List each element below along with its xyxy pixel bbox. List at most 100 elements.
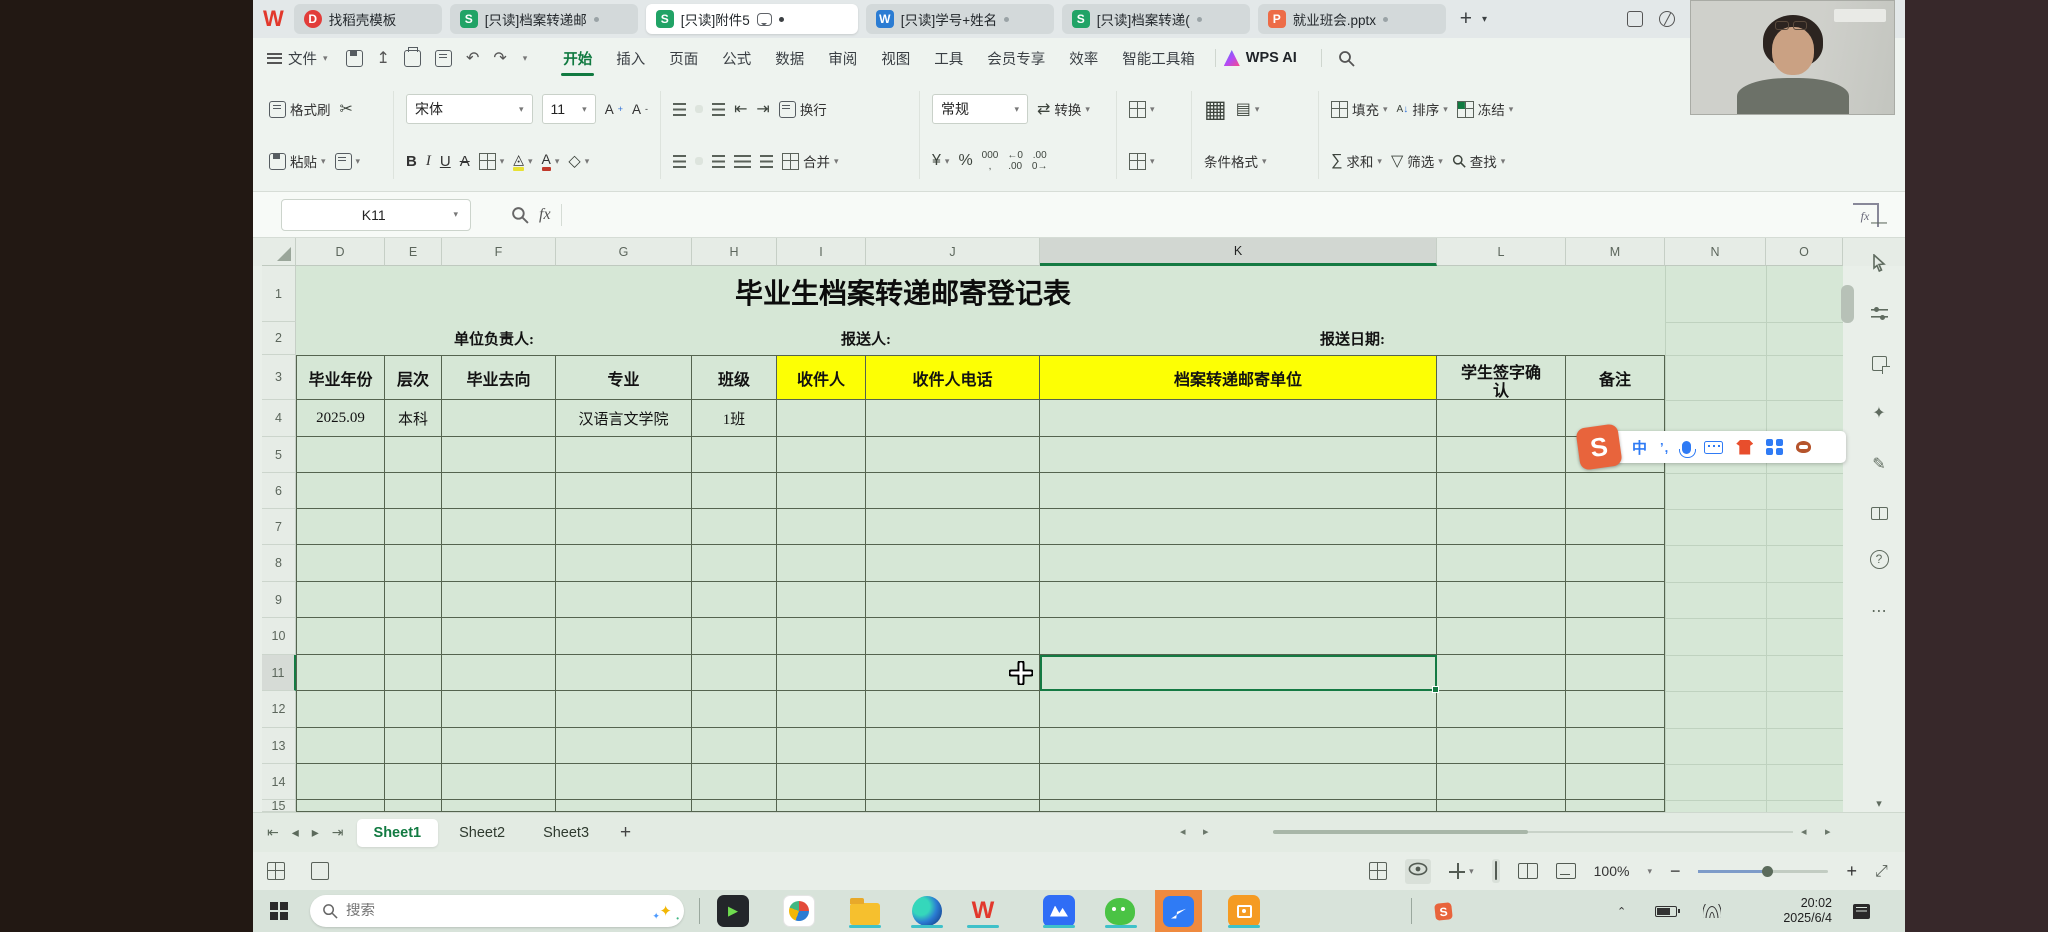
table-cell[interactable] bbox=[777, 764, 866, 800]
percent-icon[interactable]: % bbox=[958, 152, 972, 170]
taskbar-app-suite[interactable] bbox=[781, 894, 817, 928]
document-tab[interactable]: S[只读]档案转递邮 bbox=[450, 4, 638, 34]
name-box-caret-icon[interactable]: ▾ bbox=[453, 209, 458, 220]
table-cell[interactable]: 备注 bbox=[1566, 355, 1665, 400]
table-cell[interactable] bbox=[866, 437, 1040, 473]
align-left-icon[interactable] bbox=[673, 155, 686, 168]
hscroll-left2-icon[interactable]: ◂ bbox=[1801, 825, 1807, 838]
table-cell[interactable] bbox=[385, 800, 442, 812]
wps-home-icon[interactable]: W bbox=[263, 4, 284, 34]
battery-indicator[interactable] bbox=[1655, 890, 1677, 932]
decrease-indent-icon[interactable]: ⇤ bbox=[734, 99, 747, 119]
align-bottom-icon[interactable] bbox=[712, 103, 725, 116]
table-cell[interactable] bbox=[385, 509, 442, 545]
network-indicator[interactable] bbox=[1703, 890, 1721, 932]
table-cell[interactable] bbox=[1040, 473, 1437, 509]
table-cell[interactable] bbox=[385, 728, 442, 764]
table-cell[interactable]: 毕业年份 bbox=[296, 355, 385, 400]
table-cell[interactable] bbox=[1566, 655, 1665, 691]
ime-skin-icon[interactable] bbox=[1736, 440, 1753, 455]
zoom-out-icon[interactable]: − bbox=[1670, 861, 1681, 882]
row2-label-cell[interactable]: 报送人: bbox=[692, 322, 1040, 355]
table-cell[interactable] bbox=[1437, 582, 1566, 618]
table-cell[interactable] bbox=[1566, 800, 1665, 812]
vertical-scrollbar-thumb[interactable] bbox=[1841, 285, 1854, 323]
worksheet-icon[interactable]: ▦ bbox=[1204, 95, 1227, 124]
table-cell[interactable] bbox=[1437, 691, 1566, 728]
table-cell[interactable] bbox=[556, 618, 692, 655]
sum-button[interactable]: ∑求和▾ bbox=[1331, 151, 1382, 171]
table-cell[interactable] bbox=[692, 545, 777, 582]
table-cell[interactable]: 2025.09 bbox=[296, 400, 385, 437]
number-format-select[interactable]: 常规▾ bbox=[932, 94, 1028, 124]
file-menu[interactable]: 文件 bbox=[288, 48, 317, 69]
page-layout-view-icon[interactable] bbox=[1556, 863, 1576, 879]
table-cell[interactable] bbox=[442, 728, 556, 764]
row2-label-cell[interactable]: 单位负责人: bbox=[296, 322, 692, 355]
table-cell[interactable] bbox=[556, 473, 692, 509]
align-center-icon[interactable] bbox=[695, 157, 703, 165]
table-cell[interactable] bbox=[1040, 509, 1437, 545]
export-icon[interactable]: ↥ bbox=[377, 48, 390, 68]
more-tools-icon[interactable]: ⋯ bbox=[1859, 594, 1899, 628]
prev-sheet-icon[interactable]: ◂ bbox=[292, 824, 299, 841]
zoom-slider[interactable] bbox=[1698, 870, 1828, 873]
row-header-1[interactable]: 1 bbox=[262, 266, 296, 322]
table-cell[interactable] bbox=[296, 691, 385, 728]
table-cell[interactable] bbox=[385, 618, 442, 655]
row-header-14[interactable]: 14 bbox=[262, 764, 296, 800]
cells-button[interactable]: ▾ bbox=[1129, 153, 1155, 170]
table-cell[interactable] bbox=[1040, 691, 1437, 728]
table-cell[interactable] bbox=[442, 582, 556, 618]
table-cell[interactable] bbox=[692, 618, 777, 655]
hamburger-icon[interactable] bbox=[267, 53, 282, 64]
quick-access-caret-icon[interactable]: ▾ bbox=[523, 53, 528, 64]
first-sheet-icon[interactable]: ⇤ bbox=[267, 824, 279, 841]
table-cell[interactable] bbox=[556, 582, 692, 618]
table-cell[interactable] bbox=[866, 800, 1040, 812]
column-header-K[interactable]: K bbox=[1040, 238, 1437, 266]
decrease-decimal-icon[interactable]: .000→ bbox=[1032, 150, 1048, 172]
toolbar-minimize-icon[interactable]: — bbox=[1859, 206, 1899, 240]
table-cell[interactable] bbox=[777, 473, 866, 509]
sogou-logo-icon[interactable]: S bbox=[1575, 423, 1622, 470]
column-header-L[interactable]: L bbox=[1437, 238, 1566, 266]
table-cell[interactable] bbox=[556, 545, 692, 582]
table-cell[interactable] bbox=[1437, 728, 1566, 764]
table-cell[interactable] bbox=[296, 509, 385, 545]
table-cell[interactable] bbox=[692, 691, 777, 728]
menu-item-公式[interactable]: 公式 bbox=[710, 38, 763, 78]
rows-columns-button[interactable]: ▾ bbox=[1129, 101, 1155, 118]
table-cell[interactable] bbox=[777, 509, 866, 545]
table-cell[interactable] bbox=[385, 655, 442, 691]
table-cell[interactable] bbox=[442, 545, 556, 582]
table-cell[interactable] bbox=[866, 691, 1040, 728]
table-cell[interactable] bbox=[385, 473, 442, 509]
align-top-icon[interactable] bbox=[673, 103, 686, 116]
normal-view-icon[interactable] bbox=[1492, 859, 1500, 883]
integration-icon[interactable] bbox=[1659, 11, 1675, 27]
document-tab[interactable]: P就业班会.pptx bbox=[1258, 4, 1446, 34]
table-cell[interactable] bbox=[296, 655, 385, 691]
table-cell[interactable] bbox=[777, 800, 866, 812]
table-style-button[interactable]: ▤▾ bbox=[1236, 99, 1260, 119]
menu-item-视图[interactable]: 视图 bbox=[869, 38, 922, 78]
table-cell[interactable] bbox=[296, 618, 385, 655]
taskbar-app-edge[interactable] bbox=[909, 894, 945, 928]
table-cell[interactable] bbox=[866, 618, 1040, 655]
search-icon[interactable] bbox=[1338, 50, 1355, 67]
zoom-caret-icon[interactable]: ▾ bbox=[1647, 866, 1652, 877]
table-cell[interactable] bbox=[692, 764, 777, 800]
table-cell[interactable] bbox=[866, 582, 1040, 618]
hscroll-right2-icon[interactable]: ▸ bbox=[1825, 825, 1831, 838]
menu-item-工具[interactable]: 工具 bbox=[922, 38, 975, 78]
fill-handle[interactable] bbox=[1432, 686, 1439, 693]
font-color-button[interactable]: A▾ bbox=[542, 152, 560, 171]
table-cell[interactable] bbox=[866, 728, 1040, 764]
justify-icon[interactable] bbox=[734, 155, 751, 168]
ime-mic-icon[interactable] bbox=[1682, 441, 1691, 454]
table-cell[interactable] bbox=[866, 509, 1040, 545]
taskbar-app-active[interactable] bbox=[1155, 890, 1202, 932]
eraser-button[interactable]: ◇▾ bbox=[568, 151, 589, 171]
menu-item-开始[interactable]: 开始 bbox=[551, 38, 604, 78]
